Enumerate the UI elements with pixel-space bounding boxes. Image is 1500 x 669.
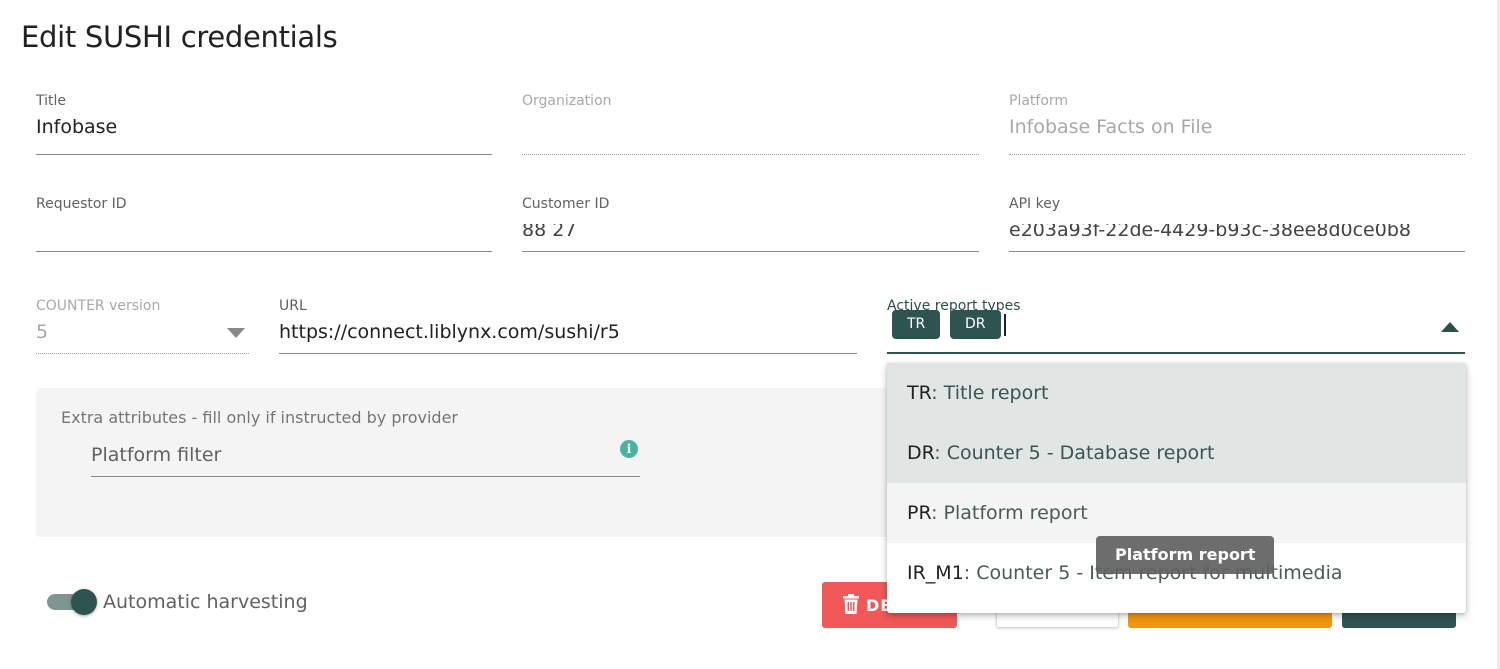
menu-item-code: PR bbox=[907, 502, 932, 524]
customer-id-label: Customer ID bbox=[522, 196, 610, 212]
platform-input: Infobase Facts on File bbox=[1009, 116, 1213, 138]
url-field[interactable]: URL https://connect.liblynx.com/sushi/r5 bbox=[279, 298, 857, 354]
menu-item-code: DR bbox=[907, 442, 935, 464]
customer-id-field[interactable]: Customer ID 88 27 bbox=[522, 196, 979, 252]
menu-item-pr[interactable]: PR: Platform report bbox=[887, 483, 1466, 543]
platform-field: Platform Infobase Facts on File bbox=[1009, 93, 1465, 155]
automatic-harvesting-label: Automatic harvesting bbox=[103, 591, 308, 613]
menu-item-code: IR_M1 bbox=[907, 562, 964, 584]
counter-version-value: 5 bbox=[36, 321, 49, 343]
edit-sushi-dialog: Edit SUSHI credentials Title Infobase Or… bbox=[0, 0, 1500, 669]
menu-item-label: : Counter 5 - Database report bbox=[934, 442, 1215, 464]
organization-field: Organization bbox=[522, 93, 979, 155]
platform-label: Platform bbox=[1009, 93, 1069, 109]
counter-version-underline bbox=[36, 353, 249, 354]
platform-underline bbox=[1009, 154, 1465, 155]
api-key-field[interactable]: API key e203a93f-22de-4429-b93c-38ee8d0c… bbox=[1009, 196, 1465, 252]
url-input[interactable]: https://connect.liblynx.com/sushi/r5 bbox=[279, 321, 620, 343]
trash-icon bbox=[843, 594, 859, 614]
title-label: Title bbox=[36, 93, 67, 109]
chip-dr[interactable]: DR bbox=[950, 310, 1001, 339]
platform-report-tooltip: Platform report bbox=[1096, 536, 1275, 574]
customer-id-underline bbox=[522, 251, 979, 252]
toggle-thumb[interactable] bbox=[71, 589, 97, 615]
requestor-id-field[interactable]: Requestor ID bbox=[36, 196, 492, 252]
info-icon[interactable]: i bbox=[620, 440, 638, 458]
platform-filter-input[interactable]: Platform filter bbox=[91, 444, 221, 466]
menu-item-tr[interactable]: TR: Title report bbox=[887, 363, 1466, 423]
platform-filter-field[interactable]: Platform filter bbox=[91, 436, 640, 477]
chip-tr[interactable]: TR bbox=[892, 310, 941, 339]
extra-attributes-title: Extra attributes - fill only if instruct… bbox=[61, 408, 458, 427]
api-key-input[interactable]: e203a93f-22de-4429-b93c-38ee8d0ce0b8 bbox=[1009, 224, 1411, 236]
menu-item-label: : Platform report bbox=[931, 502, 1088, 524]
organization-label: Organization bbox=[522, 93, 612, 109]
chevron-down-icon bbox=[227, 328, 245, 338]
requestor-id-underline bbox=[36, 251, 492, 252]
api-key-underline bbox=[1009, 251, 1465, 252]
automatic-harvesting-toggle[interactable] bbox=[47, 589, 97, 615]
text-caret bbox=[1004, 314, 1006, 336]
organization-underline bbox=[522, 154, 979, 155]
title-input[interactable]: Infobase bbox=[36, 116, 117, 138]
title-underline bbox=[36, 154, 492, 155]
dialog-title: Edit SUSHI credentials bbox=[21, 20, 338, 54]
api-key-label: API key bbox=[1009, 196, 1061, 212]
counter-version-label: COUNTER version bbox=[36, 298, 161, 314]
menu-item-dr[interactable]: DR: Counter 5 - Database report bbox=[887, 423, 1466, 483]
url-underline bbox=[279, 353, 857, 354]
chevron-up-icon[interactable] bbox=[1441, 322, 1459, 332]
menu-item-label: : Title report bbox=[931, 382, 1049, 404]
url-label: URL bbox=[279, 298, 307, 314]
counter-version-select: COUNTER version 5 bbox=[36, 298, 249, 354]
report-types-underline bbox=[887, 352, 1465, 354]
customer-id-input[interactable]: 88 27 bbox=[522, 224, 576, 236]
report-types-menu: TR: Title report DR: Counter 5 - Databas… bbox=[887, 363, 1466, 613]
report-types-select[interactable]: Active report types TR DR bbox=[887, 298, 1465, 354]
menu-item-code: TR bbox=[907, 382, 932, 404]
platform-filter-underline bbox=[91, 476, 640, 477]
title-field[interactable]: Title Infobase bbox=[36, 93, 492, 155]
extra-attributes-panel: Extra attributes - fill only if instruct… bbox=[36, 388, 896, 537]
